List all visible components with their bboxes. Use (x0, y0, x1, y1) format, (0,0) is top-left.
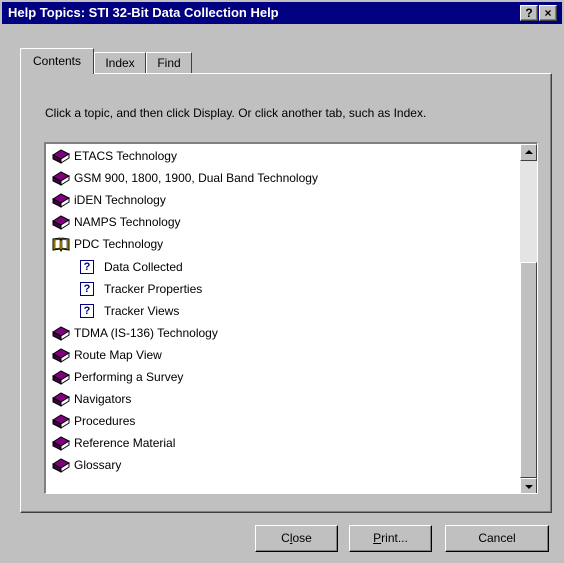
up-arrow-icon (525, 150, 533, 154)
book-icon (51, 370, 71, 385)
close-button-rest: ose (292, 531, 312, 545)
cancel-button[interactable]: Cancel (445, 525, 549, 552)
book-icon (51, 348, 71, 363)
book-icon (51, 215, 71, 231)
topic-label: ETACS Technology (74, 149, 177, 163)
tab-find-label: Find (157, 56, 181, 70)
scroll-thumb[interactable] (520, 262, 537, 478)
title-bar[interactable]: Help Topics: STI 32-Bit Data Collection … (2, 2, 562, 24)
topics-list[interactable]: ETACS Technology GSM 900, 1800, 1900, Dua… (44, 142, 538, 494)
tab-index[interactable]: Index (94, 52, 146, 74)
topic-label: Procedures (74, 414, 136, 429)
tab-index-label: Index (105, 56, 135, 70)
topic-label: Route Map View (74, 347, 162, 362)
topic-label: Tracker Views (104, 303, 180, 318)
book-icon (51, 326, 71, 341)
vertical-scrollbar[interactable] (520, 144, 537, 493)
print-button[interactable]: Print... (349, 525, 432, 552)
help-button[interactable]: ? (520, 5, 538, 21)
close-button[interactable]: Close (255, 525, 338, 552)
help-page-icon: ? (80, 259, 94, 274)
help-page-icon: ? (80, 303, 94, 318)
close-button-first: C (281, 531, 290, 545)
topic-label: Navigators (74, 392, 132, 407)
print-button-rest: rint... (381, 531, 408, 545)
scroll-down-button[interactable] (520, 478, 537, 493)
tab-find[interactable]: Find (146, 52, 192, 74)
down-arrow-icon (525, 485, 533, 489)
help-page-icon: ? (80, 281, 94, 296)
topic-label: Tracker Properties (104, 281, 203, 296)
print-button-accel: P (373, 531, 382, 545)
topic-label: NAMPS Technology (74, 215, 181, 230)
tab-contents-label: Contents (32, 54, 82, 68)
topic-label: GSM 900, 1800, 1900, Dual Band Technolog… (74, 171, 318, 186)
help-topics-window: Help Topics: STI 32-Bit Data Collection … (0, 0, 564, 563)
book-icon (51, 193, 71, 209)
scroll-up-button[interactable] (520, 144, 537, 161)
topic-label: PDC Technology (74, 237, 164, 252)
book-icon (51, 149, 71, 164)
tab-contents[interactable]: Contents (20, 48, 94, 74)
book-icon (51, 392, 71, 407)
topic-label: iDEN Technology (74, 193, 166, 208)
topic-label: TDMA (IS-136) Technology (74, 325, 218, 340)
window-title: Help Topics: STI 32-Bit Data Collection … (8, 5, 279, 20)
topic-label: Glossary (74, 458, 122, 473)
topic-label: Data Collected (104, 259, 183, 274)
instruction-text: Click a topic, and then click Display. O… (45, 106, 427, 120)
book-icon (51, 414, 71, 430)
book-icon (51, 171, 71, 186)
open-book-icon (52, 237, 70, 253)
topic-label: Performing a Survey (74, 370, 184, 384)
close-window-button[interactable]: × (539, 5, 557, 21)
book-icon (51, 436, 71, 452)
book-icon (51, 458, 71, 474)
topic-label: Reference Material (74, 436, 176, 451)
